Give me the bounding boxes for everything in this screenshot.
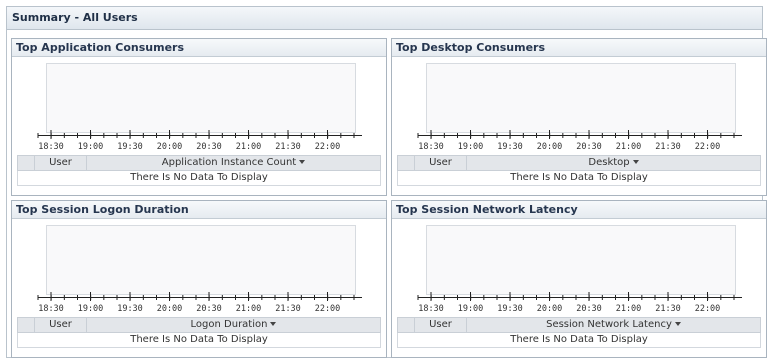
axis-tick-label: 19:30 — [117, 142, 143, 152]
chart-plot-area — [426, 63, 736, 133]
column-header-metric[interactable]: Desktop — [467, 156, 760, 170]
panel-top-session-network-latency: Top Session Network Latency 18:30 19:00 19… — [391, 200, 767, 358]
column-header-label: Application Instance Count — [161, 157, 297, 168]
column-header-label: User — [429, 319, 452, 330]
grid-header: User Desktop — [397, 155, 761, 171]
axis-tick-label: 19:30 — [497, 142, 523, 152]
panel-top-desktop-consumers: Top Desktop Consumers 18:30 19:00 19:30 20:… — [391, 38, 767, 196]
column-header-user[interactable]: User — [35, 318, 87, 332]
axis-tick-label: 18:30 — [418, 304, 444, 314]
sort-desc-icon — [674, 322, 681, 326]
axis-tick-label: 21:30 — [655, 304, 681, 314]
time-axis: 18:30 19:00 19:30 20:00 20:30 21:00 21:30 22:00 — [37, 130, 362, 152]
panel-title: Top Session Network Latency — [392, 201, 766, 219]
axis-tick-label: 18:30 — [418, 142, 444, 152]
axis-tick-label: 18:30 — [38, 142, 64, 152]
axis-tick-label: 19:00 — [458, 142, 484, 152]
axis-tick-label: 20:30 — [196, 142, 222, 152]
panel-top-application-consumers: Top Application Consumers 18:30 19:00 19:3… — [11, 38, 387, 196]
no-data-message: There Is No Data To Display — [397, 333, 761, 348]
column-header-user[interactable]: User — [415, 156, 467, 170]
time-axis: 18:30 19:00 19:30 20:00 20:30 21:00 21:30 22:00 — [417, 292, 742, 314]
axis-tick-label: 19:00 — [78, 142, 104, 152]
axis-tick-label: 22:00 — [315, 142, 341, 152]
axis-tick-label: 20:00 — [157, 304, 183, 314]
sort-desc-icon — [270, 322, 277, 326]
axis-tick-label: 19:30 — [497, 304, 523, 314]
grid-header: User Logon Duration — [17, 317, 381, 333]
column-header-label: Session Network Latency — [546, 319, 672, 330]
axis-tick-label: 20:30 — [576, 304, 602, 314]
sort-desc-icon — [632, 160, 639, 164]
time-axis: 18:30 19:00 19:30 20:00 20:30 21:00 21:30 22:00 — [37, 292, 362, 314]
axis-tick-label: 20:30 — [576, 142, 602, 152]
panel-title: Top Application Consumers — [12, 39, 386, 57]
grid-header-blank — [398, 156, 415, 170]
sort-desc-icon — [299, 160, 306, 164]
grid-header-blank — [18, 156, 35, 170]
panel-title: Top Session Logon Duration — [12, 201, 386, 219]
axis-tick-label: 21:00 — [236, 304, 262, 314]
column-header-user[interactable]: User — [415, 318, 467, 332]
axis-tick-label: 19:00 — [458, 304, 484, 314]
page-title: Summary - All Users — [7, 7, 762, 30]
column-header-label: User — [429, 157, 452, 168]
column-header-label: Desktop — [588, 157, 630, 168]
chart-plot-area — [46, 225, 356, 295]
axis-tick-label: 19:30 — [117, 304, 143, 314]
axis-tick-label: 21:30 — [275, 304, 301, 314]
axis-tick-label: 22:00 — [315, 304, 341, 314]
grid-header: User Application Instance Count — [17, 155, 381, 171]
axis-tick-label: 21:00 — [236, 142, 262, 152]
summary-window: Summary - All Users Top Application Cons… — [6, 6, 767, 358]
column-header-metric[interactable]: Logon Duration — [87, 318, 380, 332]
axis-tick-label: 21:00 — [616, 142, 642, 152]
axis-tick-label: 22:00 — [695, 304, 721, 314]
chart-plot-area — [46, 63, 356, 133]
grid-header: User Session Network Latency — [397, 317, 761, 333]
no-data-message: There Is No Data To Display — [17, 333, 381, 348]
axis-tick-label: 18:30 — [38, 304, 64, 314]
axis-tick-label: 19:00 — [78, 304, 104, 314]
column-header-metric[interactable]: Application Instance Count — [87, 156, 380, 170]
axis-tick-label: 21:30 — [655, 142, 681, 152]
column-header-label: Logon Duration — [190, 319, 268, 330]
no-data-message: There Is No Data To Display — [397, 171, 761, 186]
axis-tick-label: 20:00 — [537, 142, 563, 152]
panel-top-session-logon-duration: Top Session Logon Duration 18:30 19:00 19:… — [11, 200, 387, 358]
grid-header-blank — [398, 318, 415, 332]
panel-title: Top Desktop Consumers — [392, 39, 766, 57]
axis-tick-label: 21:00 — [616, 304, 642, 314]
axis-tick-label: 22:00 — [695, 142, 721, 152]
axis-tick-label: 21:30 — [275, 142, 301, 152]
time-axis: 18:30 19:00 19:30 20:00 20:30 21:00 21:30 22:00 — [417, 130, 742, 152]
axis-tick-label: 20:00 — [157, 142, 183, 152]
grid-header-blank — [18, 318, 35, 332]
column-header-user[interactable]: User — [35, 156, 87, 170]
axis-tick-label: 20:00 — [537, 304, 563, 314]
no-data-message: There Is No Data To Display — [17, 171, 381, 186]
axis-tick-label: 20:30 — [196, 304, 222, 314]
column-header-label: User — [49, 319, 72, 330]
column-header-metric[interactable]: Session Network Latency — [467, 318, 760, 332]
column-header-label: User — [49, 157, 72, 168]
chart-plot-area — [426, 225, 736, 295]
